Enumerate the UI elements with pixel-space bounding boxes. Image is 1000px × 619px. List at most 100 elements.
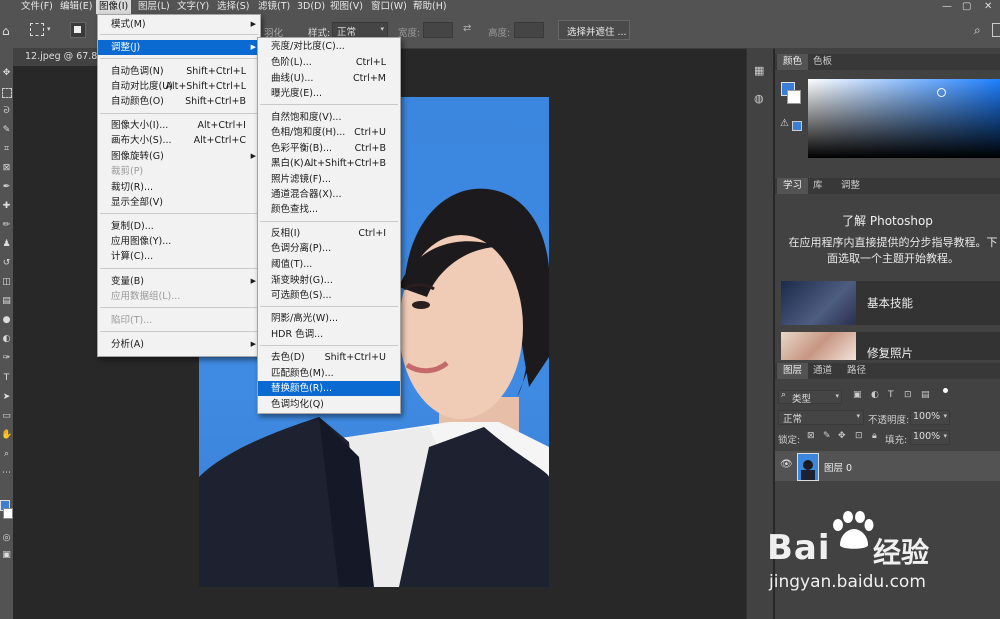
menu-item-gradient-map[interactable]: 渐变映射(G)... xyxy=(258,273,400,288)
quick-select-tool-icon[interactable]: ✎ xyxy=(1,125,12,136)
menu-select[interactable]: 选择(S) xyxy=(214,0,252,14)
learn-card-basics[interactable]: 基本技能 xyxy=(781,281,1000,325)
menu-item-image-rotation[interactable]: 图像旋转(G) ▶ xyxy=(98,149,260,164)
marquee-tool-icon[interactable] xyxy=(2,88,12,98)
tab-channels[interactable]: 通道 xyxy=(807,363,838,379)
lock-artboard-icon[interactable]: ⊡ xyxy=(855,431,863,441)
menu-filter[interactable]: 滤镜(T) xyxy=(255,0,293,14)
menu-item-invert[interactable]: 反相(I) Ctrl+I xyxy=(258,226,400,241)
menu-item-levels[interactable]: 色阶(L)... Ctrl+L xyxy=(258,55,400,70)
lock-position-icon[interactable]: ✥ xyxy=(838,431,846,441)
menu-item-mode[interactable]: 模式(M) ▶ xyxy=(98,17,260,32)
more-tools-icon[interactable]: ⋯ xyxy=(1,468,12,479)
filter-toggle-icon[interactable] xyxy=(943,388,948,393)
menu-item-match-color[interactable]: 匹配颜色(M)... xyxy=(258,366,400,381)
menu-item-variables[interactable]: 变量(B) ▶ xyxy=(98,274,260,289)
height-input[interactable] xyxy=(514,22,544,38)
workspace-icon[interactable] xyxy=(992,23,1000,37)
lock-all-icon[interactable]: 🔒︎ xyxy=(872,431,877,441)
menu-file[interactable]: 文件(F) xyxy=(18,0,56,14)
brush-tool-icon[interactable]: ✏ xyxy=(1,220,12,231)
move-tool-icon[interactable]: ✥ xyxy=(1,68,12,79)
eyedropper-tool-icon[interactable]: ✒ xyxy=(1,182,12,193)
menu-item-apply-image[interactable]: 应用图像(Y)... xyxy=(98,234,260,249)
menu-item-replace-color[interactable]: 替换颜色(R)... xyxy=(258,381,400,396)
screen-mode-icon[interactable]: ▣ xyxy=(1,550,12,561)
menu-item-color-balance[interactable]: 色彩平衡(B)... Ctrl+B xyxy=(258,141,400,156)
menu-window[interactable]: 窗口(W) xyxy=(368,0,410,14)
new-selection-icon[interactable] xyxy=(70,22,86,38)
web-safe-color-icon[interactable] xyxy=(792,121,802,131)
tab-paths[interactable]: 路径 xyxy=(841,363,872,379)
menu-edit[interactable]: 编辑(E) xyxy=(57,0,95,14)
home-icon[interactable]: ⌂ xyxy=(2,24,10,38)
learn-card-fix-photos[interactable]: 修复照片 xyxy=(781,332,1000,360)
properties-panel-icon[interactable]: ◍ xyxy=(754,92,764,105)
adjustment-filter-icon[interactable]: ◐ xyxy=(871,390,879,400)
menu-3d[interactable]: 3D(D) xyxy=(294,0,328,14)
history-panel-icon[interactable]: ▦ xyxy=(754,64,764,77)
maximize-icon[interactable]: ▢ xyxy=(962,0,971,14)
menu-item-shadows-highlights[interactable]: 阴影/高光(W)... xyxy=(258,311,400,326)
fill-input[interactable]: 100% ▾ xyxy=(910,430,950,445)
color-field[interactable] xyxy=(808,79,1000,158)
healing-tool-icon[interactable]: ✚ xyxy=(1,201,12,212)
shape-tool-icon[interactable]: ▭ xyxy=(1,411,12,422)
type-tool-icon[interactable]: T xyxy=(1,373,12,384)
crop-tool-icon[interactable]: ⌗ xyxy=(1,144,12,155)
menu-help[interactable]: 帮助(H) xyxy=(410,0,450,14)
gradient-tool-icon[interactable]: ▤ xyxy=(1,296,12,307)
lock-transparency-icon[interactable]: ⊠ xyxy=(807,431,815,441)
menu-item-color-lookup[interactable]: 颜色查找... xyxy=(258,202,400,217)
stamp-tool-icon[interactable]: ♟ xyxy=(1,239,12,250)
width-input[interactable] xyxy=(423,22,453,38)
shape-filter-icon[interactable]: ⊡ xyxy=(904,390,912,400)
frame-tool-icon[interactable]: ⊠ xyxy=(1,163,12,174)
zoom-tool-icon[interactable]: ⌕ xyxy=(1,449,12,460)
image-filter-icon[interactable]: ▣ xyxy=(853,390,862,400)
menu-layer[interactable]: 图层(L) xyxy=(135,0,173,14)
quick-mask-icon[interactable]: ◎ xyxy=(1,533,12,544)
menu-item-hdr-toning[interactable]: HDR 色调... xyxy=(258,327,400,342)
pen-tool-icon[interactable]: ✑ xyxy=(1,353,12,364)
menu-item-equalize[interactable]: 色调均化(Q) xyxy=(258,397,400,412)
menu-item-analysis[interactable]: 分析(A) ▶ xyxy=(98,337,260,352)
tab-color[interactable]: 颜色 xyxy=(777,54,809,70)
menu-item-trim[interactable]: 裁切(R)... xyxy=(98,180,260,195)
tab-learn[interactable]: 学习 xyxy=(777,178,809,194)
menu-item-adjustments[interactable]: 调整(J) ▶ xyxy=(98,40,260,55)
tab-libraries[interactable]: 库 xyxy=(807,178,829,194)
menu-type[interactable]: 文字(Y) xyxy=(174,0,212,14)
menu-image[interactable]: 图像(I) xyxy=(96,0,132,14)
blur-tool-icon[interactable]: ● xyxy=(1,315,12,326)
menu-item-auto-contrast[interactable]: 自动对比度(U) Alt+Shift+Ctrl+L xyxy=(98,79,260,94)
style-select[interactable]: 正常 ▾ xyxy=(332,22,388,38)
marquee-tool-icon[interactable] xyxy=(30,23,44,36)
menu-item-reveal-all[interactable]: 显示全部(V) xyxy=(98,195,260,210)
background-color-swatch[interactable] xyxy=(3,508,13,519)
type-filter-icon[interactable]: T xyxy=(888,390,894,400)
menu-item-posterize[interactable]: 色调分离(P)... xyxy=(258,241,400,256)
menu-item-channel-mixer[interactable]: 通道混合器(X)... xyxy=(258,187,400,202)
smart-object-filter-icon[interactable]: ▤ xyxy=(921,390,930,400)
history-brush-icon[interactable]: ↺ xyxy=(1,258,12,269)
menu-item-vibrance[interactable]: 自然饱和度(V)... xyxy=(258,110,400,125)
document-tab[interactable]: 12.jpeg @ 67.8% xyxy=(13,48,107,66)
menu-item-black-white[interactable]: 黑白(K)... Alt+Shift+Ctrl+B xyxy=(258,156,400,171)
menu-item-brightness-contrast[interactable]: 亮度/对比度(C)... xyxy=(258,39,400,54)
menu-item-image-size[interactable]: 图像大小(I)... Alt+Ctrl+I xyxy=(98,118,260,133)
menu-item-curves[interactable]: 曲线(U)... Ctrl+M xyxy=(258,71,400,86)
minimize-icon[interactable]: — xyxy=(942,0,952,14)
visibility-eye-icon[interactable]: 👁︎ xyxy=(780,459,793,470)
layer-row[interactable]: 👁︎ 图层 0 xyxy=(775,451,1000,481)
menu-item-hue-saturation[interactable]: 色相/饱和度(H)... Ctrl+U xyxy=(258,125,400,140)
menu-item-exposure[interactable]: 曝光度(E)... xyxy=(258,86,400,101)
background-color-swatch[interactable] xyxy=(787,90,801,104)
dodge-tool-icon[interactable]: ◐ xyxy=(1,334,12,345)
tab-swatches[interactable]: 色板 xyxy=(807,54,838,70)
menu-item-calculations[interactable]: 计算(C)... xyxy=(98,249,260,264)
menu-view[interactable]: 视图(V) xyxy=(327,0,366,14)
select-and-mask-button[interactable]: 选择并遮住 ... xyxy=(558,20,630,40)
menu-item-selective-color[interactable]: 可选颜色(S)... xyxy=(258,288,400,303)
lock-pixels-icon[interactable]: ✎ xyxy=(823,431,831,441)
